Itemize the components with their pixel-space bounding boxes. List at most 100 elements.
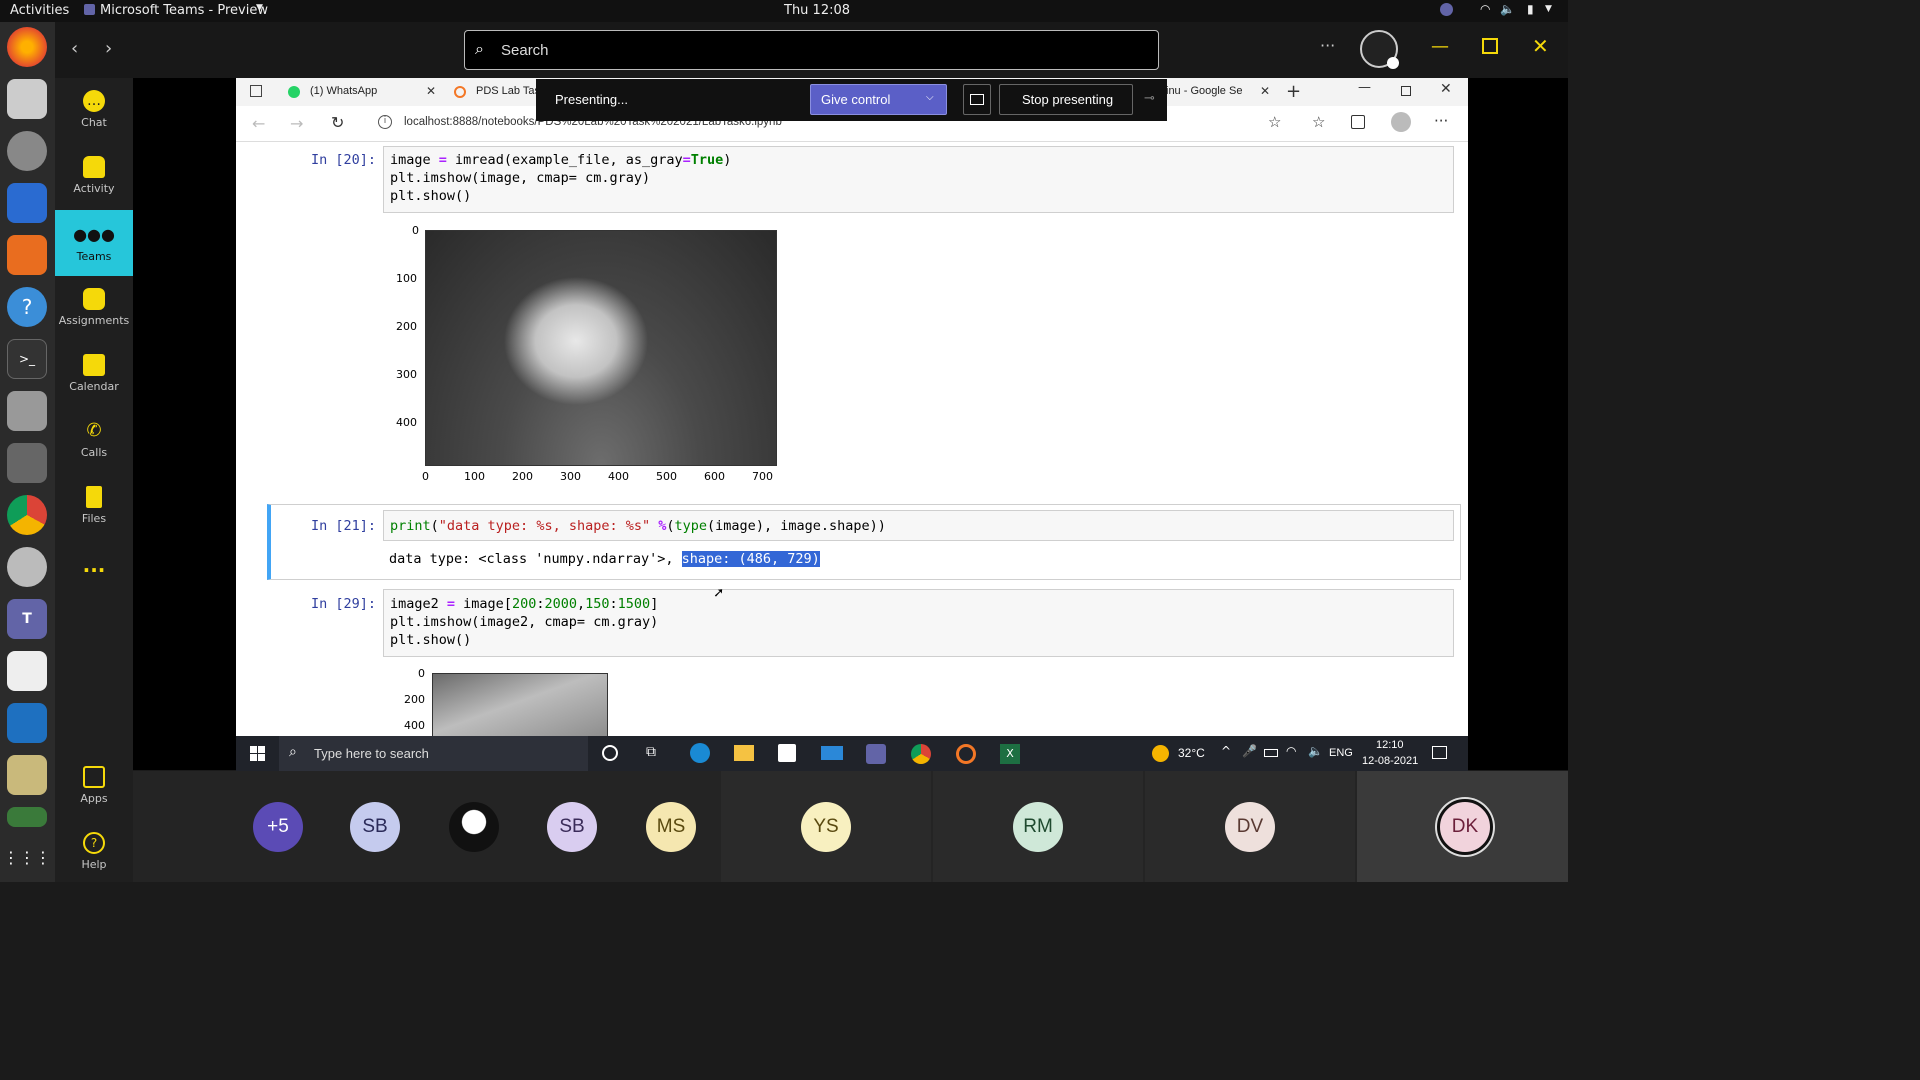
system-menu-chevron-icon[interactable]: ▼ [1545, 4, 1552, 14]
clock[interactable]: Thu 12:08 [784, 3, 850, 18]
search-input[interactable]: Search [501, 42, 549, 59]
profile-avatar[interactable] [1360, 30, 1399, 69]
tray-chevron-icon[interactable]: ^ [1221, 744, 1231, 758]
new-tab-icon[interactable]: + [1286, 81, 1301, 102]
browser-menu-icon[interactable]: ··· [1434, 112, 1448, 130]
taskbar-date[interactable]: 12-08-2021 [1362, 755, 1418, 767]
collections-icon[interactable] [1351, 115, 1365, 129]
participant-avatar[interactable]: SB [350, 802, 400, 852]
rail-item-help[interactable]: ? Help [55, 820, 133, 882]
browser-close-icon[interactable]: ✕ [1440, 81, 1452, 97]
battery-icon[interactable]: ▮ [1527, 2, 1534, 16]
participant-avatar[interactable]: YS [801, 802, 851, 852]
rail-item-chat[interactable]: … Chat [55, 78, 133, 140]
rhythmbox-icon[interactable] [7, 131, 47, 171]
rail-item-teams[interactable]: ●●● Teams [55, 210, 133, 276]
firefox-icon[interactable] [7, 27, 47, 67]
more-options-icon[interactable]: ··· [1320, 36, 1335, 55]
code-cell[interactable]: print("data type: %s, shape: %s" %(type(… [383, 510, 1454, 541]
stop-presenting-button[interactable]: Stop presenting [999, 84, 1133, 115]
maximize-icon[interactable] [1482, 38, 1498, 54]
favorites-icon[interactable]: ☆ [1312, 113, 1325, 131]
include-audio-button[interactable] [963, 84, 991, 115]
volume-icon[interactable]: 🔈 [1500, 2, 1515, 16]
forward-icon[interactable]: › [105, 38, 112, 59]
participant-tile[interactable]: +5 SB SB MS [133, 771, 721, 882]
participant-avatar[interactable]: SB [547, 802, 597, 852]
teams-tray-icon[interactable] [1440, 3, 1453, 16]
participant-avatar[interactable]: MS [646, 802, 696, 852]
teams-icon[interactable]: T [7, 599, 47, 639]
self-avatar[interactable]: DK [1437, 799, 1493, 855]
participant-avatar[interactable]: RM [1013, 802, 1063, 852]
pin-icon[interactable]: ⊸ [1144, 91, 1155, 106]
chrome-icon[interactable] [7, 495, 47, 535]
task-view-icon[interactable]: ⧉ [646, 744, 656, 760]
site-info-icon[interactable]: i [378, 115, 392, 129]
terminal-icon[interactable]: >_ [7, 339, 47, 379]
windows-start-icon[interactable] [250, 746, 265, 761]
activities-button[interactable]: Activities [10, 3, 69, 18]
network-icon[interactable]: ◠ [1286, 744, 1296, 758]
microphone-icon[interactable]: 🎤 [1242, 744, 1257, 758]
trash-icon[interactable] [7, 807, 47, 827]
help-icon[interactable]: ? [7, 287, 47, 327]
participant-tile-self[interactable]: DK [1357, 771, 1568, 882]
participant-tile[interactable]: RM [933, 771, 1143, 882]
give-control-button[interactable]: Give control ⌵ [810, 84, 947, 115]
software-center-icon[interactable] [7, 235, 47, 275]
tab-actions-icon[interactable] [250, 85, 262, 97]
language-indicator[interactable]: ENG [1329, 747, 1353, 759]
teams-taskbar-icon[interactable] [866, 744, 886, 764]
taskbar-search[interactable]: ⌕ Type here to search [279, 736, 588, 771]
browser-minimize-icon[interactable]: — [1358, 80, 1371, 95]
scanner-icon[interactable] [7, 391, 47, 431]
code-cell[interactable]: image = imread(example_file, as_gray=Tru… [383, 146, 1454, 213]
tab-close-icon[interactable]: ✕ [426, 84, 436, 98]
rail-item-activity[interactable]: Activity [55, 144, 133, 206]
overflow-participants-avatar[interactable]: +5 [253, 802, 303, 852]
profile-icon[interactable] [1391, 112, 1411, 132]
mail-icon[interactable] [821, 746, 843, 760]
explorer-icon[interactable] [734, 745, 754, 761]
back-icon[interactable]: ← [252, 114, 265, 133]
reload-icon[interactable]: ↻ [331, 113, 344, 132]
wifi-icon[interactable]: ◠ [1480, 2, 1490, 16]
notifications-icon[interactable] [1432, 746, 1447, 759]
code-cell[interactable]: image2 = image[200:2000,150:1500] plt.im… [383, 589, 1454, 657]
show-apps-icon[interactable]: ⋮⋮⋮ [3, 837, 51, 877]
weather-temp[interactable]: 32°C [1178, 746, 1205, 760]
forward-icon[interactable]: → [290, 114, 303, 133]
jupyter-taskbar-icon[interactable] [956, 744, 976, 764]
file-manager-icon[interactable] [7, 79, 47, 119]
rail-item-files[interactable]: Files [55, 474, 133, 536]
edge-icon[interactable] [690, 743, 710, 763]
rail-item-more[interactable]: ... [55, 540, 133, 590]
add-favorite-icon[interactable]: ☆ [1268, 113, 1281, 131]
search-box[interactable]: ⌕ Search [464, 30, 1159, 70]
weather-icon[interactable] [1152, 745, 1169, 762]
excel-icon[interactable]: X [1000, 744, 1020, 764]
back-icon[interactable]: ‹ [71, 38, 78, 59]
vscode-icon[interactable] [7, 703, 47, 743]
participant-avatar[interactable]: DV [1225, 802, 1275, 852]
image-viewer-icon[interactable] [7, 755, 47, 795]
cortana-icon[interactable] [602, 745, 618, 761]
participant-avatar-image[interactable] [449, 802, 499, 852]
tab-google-search[interactable]: inu - Google Se ✕ [1166, 80, 1276, 106]
minimize-icon[interactable]: — [1431, 36, 1449, 57]
store-icon[interactable] [778, 744, 796, 762]
evince-icon[interactable] [7, 651, 47, 691]
chrome-taskbar-icon[interactable] [911, 744, 931, 764]
app-menu-title[interactable]: Microsoft Teams - Preview [100, 3, 268, 18]
volume-icon[interactable]: 🔈 [1308, 744, 1323, 758]
participant-tile[interactable]: YS [721, 771, 931, 882]
taskbar-search-input[interactable]: Type here to search [314, 746, 429, 761]
battery-icon[interactable] [1264, 749, 1278, 757]
rail-item-calendar[interactable]: Calendar [55, 342, 133, 404]
rail-item-calls[interactable]: ✆ Calls [55, 408, 133, 470]
settings-icon[interactable] [7, 547, 47, 587]
browser-restore-icon[interactable] [1401, 86, 1411, 96]
tab-close-icon[interactable]: ✕ [1260, 84, 1270, 98]
rail-item-apps[interactable]: Apps [55, 754, 133, 816]
